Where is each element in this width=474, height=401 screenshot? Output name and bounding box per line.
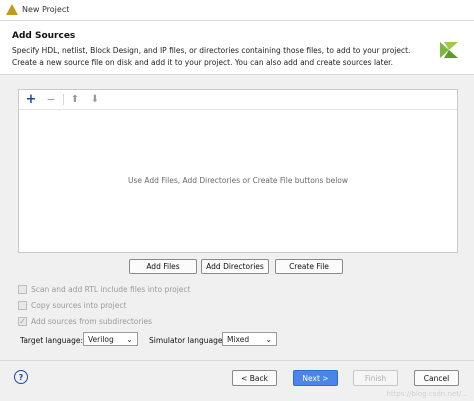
copy-sources-checkbox[interactable] bbox=[18, 300, 27, 310]
scan-rtl-checkbox[interactable] bbox=[18, 284, 27, 294]
content-area: + − ⬆ ⬇ Use Add Files, Add Directories o… bbox=[0, 74, 474, 361]
arrow-down-icon[interactable]: ⬇ bbox=[87, 92, 103, 107]
page-header: Add Sources Specify HDL, netlist, Block … bbox=[0, 21, 474, 73]
minus-icon[interactable]: − bbox=[43, 92, 59, 107]
vivado-logo-icon bbox=[440, 42, 458, 58]
empty-list-message: Use Add Files, Add Directories or Create… bbox=[127, 176, 349, 185]
add-directories-button[interactable]: Add Directories bbox=[201, 259, 269, 274]
back-button[interactable]: < Back bbox=[232, 370, 277, 386]
wizard-footer: ? < Back Next > Finish Cancel https://bl… bbox=[0, 360, 474, 401]
window-title: New Project bbox=[22, 5, 70, 14]
sources-list-panel[interactable]: + − ⬆ ⬇ Use Add Files, Add Directories o… bbox=[18, 89, 458, 253]
page-description: Specify HDL, netlist, Block Design, and … bbox=[12, 46, 411, 67]
simulator-language-value: Mixed bbox=[227, 334, 250, 344]
chevron-down-icon: ⌄ bbox=[126, 335, 133, 344]
sources-toolbar: + − ⬆ ⬇ bbox=[19, 90, 457, 110]
add-subdirs-label: Add sources from subdirectories bbox=[31, 316, 153, 326]
arrow-up-icon[interactable]: ⬆ bbox=[67, 92, 83, 107]
title-bar: New Project bbox=[0, 0, 474, 21]
cancel-button[interactable]: Cancel bbox=[414, 370, 459, 386]
copy-sources-option: Copy sources into project bbox=[18, 299, 126, 311]
target-language-value: Verilog bbox=[88, 334, 114, 344]
page-title: Add Sources bbox=[12, 31, 76, 41]
simulator-language-select[interactable]: Mixed ⌄ bbox=[222, 332, 277, 346]
help-button[interactable]: ? bbox=[14, 370, 28, 384]
add-files-button[interactable]: Add Files bbox=[129, 259, 197, 274]
toolbar-separator bbox=[63, 94, 64, 105]
add-subdirs-option: ✓ Add sources from subdirectories bbox=[18, 315, 152, 327]
simulator-language-label: Simulator language: bbox=[149, 335, 226, 345]
target-language-label: Target language: bbox=[20, 335, 84, 345]
copy-sources-label: Copy sources into project bbox=[31, 300, 127, 310]
finish-button[interactable]: Finish bbox=[353, 370, 398, 386]
watermark-text: https://blog.csdn.net/... bbox=[386, 390, 468, 398]
add-subdirs-checkbox[interactable]: ✓ bbox=[18, 316, 27, 326]
create-file-button[interactable]: Create File bbox=[275, 259, 343, 274]
chevron-down-icon: ⌄ bbox=[265, 335, 272, 344]
scan-rtl-label: Scan and add RTL include files into proj… bbox=[31, 284, 191, 294]
vivado-app-icon bbox=[6, 4, 18, 15]
next-button[interactable]: Next > bbox=[293, 370, 338, 386]
scan-rtl-option: Scan and add RTL include files into proj… bbox=[18, 283, 190, 295]
plus-icon[interactable]: + bbox=[23, 92, 39, 107]
target-language-select[interactable]: Verilog ⌄ bbox=[83, 332, 138, 346]
